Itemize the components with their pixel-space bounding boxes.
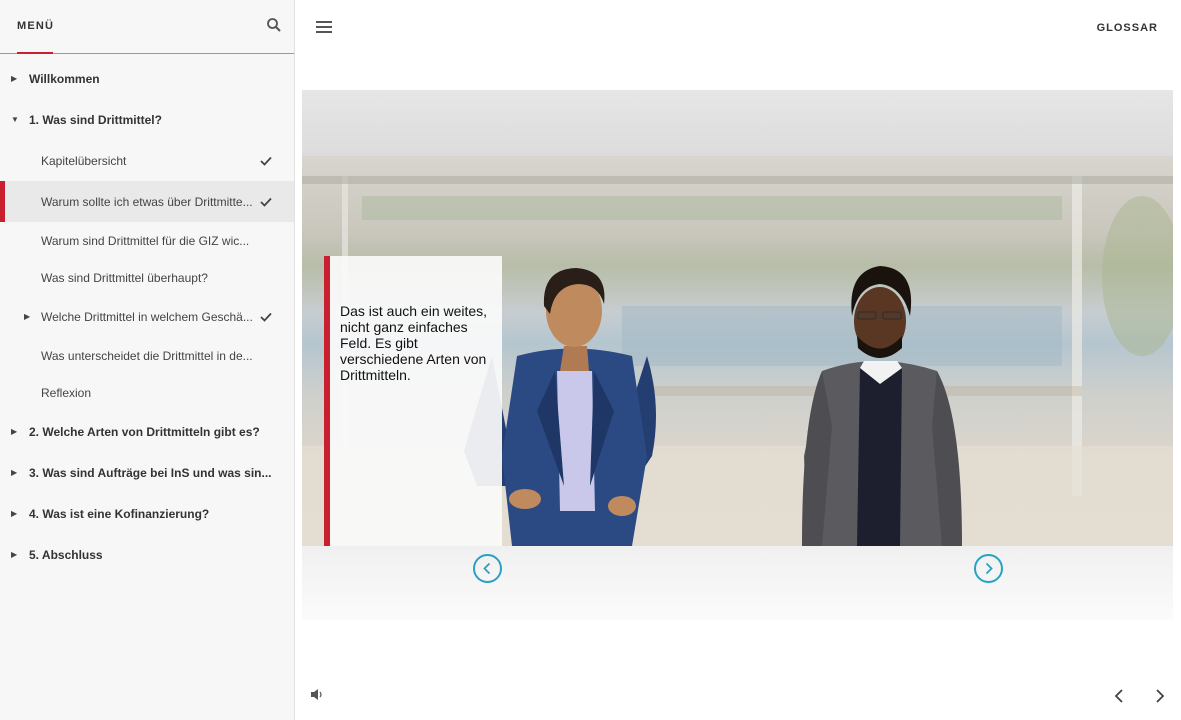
chevron-right-icon — [985, 562, 993, 575]
caret-right-icon[interactable]: ▶ — [11, 427, 17, 436]
speaker-icon[interactable] — [309, 687, 324, 702]
menu-item-label: Kapitelübersicht — [41, 153, 127, 168]
menu-item-label: Reflexion — [41, 385, 92, 400]
checkmark-icon — [260, 197, 272, 207]
slide-top-band — [302, 90, 1173, 156]
menu-item-label: 4. Was ist eine Kofinanzierung? — [29, 506, 210, 521]
menu-page-item[interactable]: Kapitelübersicht — [0, 140, 294, 181]
glossar-button[interactable]: GLOSSAR — [1097, 22, 1158, 34]
menu-item-label: 1. Was sind Drittmittel? — [29, 112, 162, 127]
page-prev-button[interactable] — [1113, 688, 1125, 704]
menu-item-label: Willkommen — [29, 71, 100, 86]
menu-page-item[interactable]: Reflexion — [0, 374, 294, 411]
caret-down-icon[interactable]: ▼ — [11, 115, 19, 124]
checkmark-icon — [260, 312, 272, 322]
menu-chapter-item[interactable]: ▶ 2. Welche Arten von Drittmitteln gibt e… — [0, 411, 294, 452]
menu-item-label: 3. Was sind Aufträge bei InS und was sin… — [29, 465, 272, 480]
menu-item-label: Warum sind Drittmittel für die GIZ wic..… — [41, 233, 250, 248]
slide-bottom-band — [302, 546, 1173, 620]
slide-prev-button[interactable] — [473, 554, 502, 583]
menu-tab[interactable]: MENÜ — [17, 20, 54, 32]
search-icon[interactable] — [266, 17, 282, 33]
menu-page-item[interactable]: Was sind Drittmittel überhaupt? — [0, 259, 294, 296]
menu-page-item[interactable]: ▶ Welche Drittmittel in welchem Geschä... — [0, 296, 294, 337]
menu-page-item[interactable]: Warum sollte ich etwas über Drittmitte..… — [0, 181, 294, 222]
chevron-left-icon — [483, 562, 491, 575]
menu-tab-indicator — [17, 52, 53, 54]
menu-page-item[interactable]: Was unterscheidet die Drittmittel in de.… — [0, 337, 294, 374]
slide-scene: Das ist auch ein weites, nicht ganz einf… — [302, 156, 1173, 546]
speech-caption-box: Das ist auch ein weites, nicht ganz einf… — [324, 256, 502, 546]
caret-right-icon[interactable]: ▶ — [24, 312, 30, 321]
menu-page-item[interactable]: Warum sind Drittmittel für die GIZ wic..… — [0, 222, 294, 259]
menu-item-label: Warum sollte ich etwas über Drittmitte..… — [41, 194, 253, 209]
caret-right-icon[interactable]: ▶ — [11, 550, 17, 559]
menu-chapter-item[interactable]: ▼ 1. Was sind Drittmittel? — [0, 99, 294, 140]
course-menu-sidebar: MENÜ ▶ Willkommen ▼ 1. Was sind Drittmittel… — [0, 0, 295, 720]
page-next-button[interactable] — [1154, 688, 1166, 704]
sidebar-header: MENÜ — [0, 0, 294, 54]
slide-stage: Das ist auch ein weites, nicht ganz einf… — [302, 90, 1173, 620]
menu-chapter-item[interactable]: ▶ Willkommen — [0, 58, 294, 99]
menu-item-label: 5. Abschluss — [29, 547, 103, 562]
menu-item-label: Welche Drittmittel in welchem Geschä... — [41, 309, 253, 324]
menu-item-label: 2. Welche Arten von Drittmitteln gibt es… — [29, 424, 260, 439]
hamburger-menu-icon[interactable] — [316, 21, 332, 33]
checkmark-icon — [260, 156, 272, 166]
menu-item-label: Was sind Drittmittel überhaupt? — [41, 270, 208, 285]
caret-right-icon[interactable]: ▶ — [11, 74, 17, 83]
menu-item-label: Was unterscheidet die Drittmittel in de.… — [41, 348, 253, 363]
slide-next-button[interactable] — [974, 554, 1003, 583]
menu-chapter-item[interactable]: ▶ 4. Was ist eine Kofinanzierung? — [0, 493, 294, 534]
menu-list: ▶ Willkommen ▼ 1. Was sind Drittmittel? Kapi… — [0, 58, 294, 575]
caret-right-icon[interactable]: ▶ — [11, 468, 17, 477]
menu-chapter-item[interactable]: ▶ 3. Was sind Aufträge bei InS und was si… — [0, 452, 294, 493]
menu-chapter-item[interactable]: ▶ 5. Abschluss — [0, 534, 294, 575]
speech-caption-text: Das ist auch ein weites, nicht ganz einf… — [340, 303, 488, 383]
caret-right-icon[interactable]: ▶ — [11, 509, 17, 518]
